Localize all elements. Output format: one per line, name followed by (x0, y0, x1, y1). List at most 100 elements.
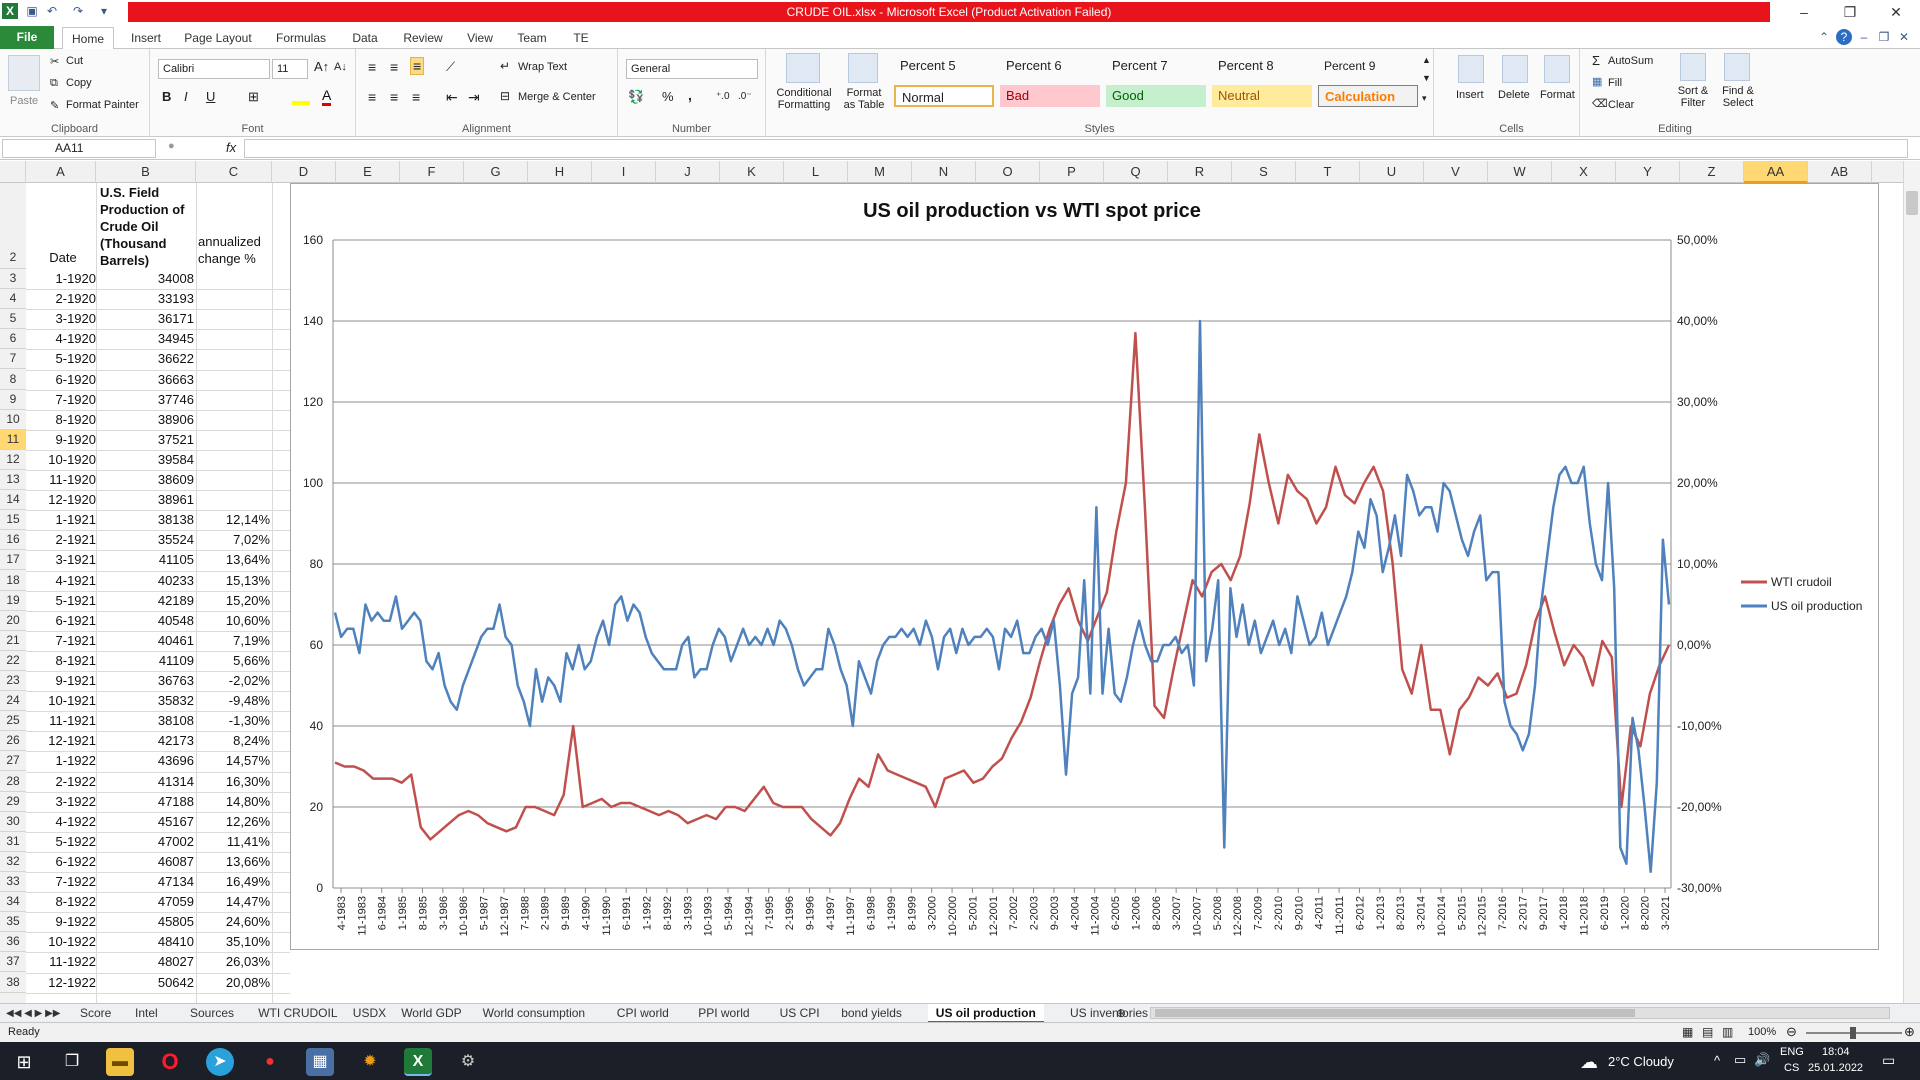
column-header[interactable]: I (592, 161, 656, 183)
row-header[interactable]: 5 (0, 309, 26, 330)
sheet-tab[interactable]: CPI world (609, 1004, 677, 1023)
formula-input[interactable] (244, 139, 1908, 158)
row-header[interactable]: 8 (0, 370, 26, 390)
cell-production[interactable]: 47059 (96, 894, 194, 909)
tray-chevron-icon[interactable]: ^ (1714, 1053, 1720, 1068)
row-header[interactable]: 3 (0, 269, 26, 290)
cell-change[interactable]: 5,66% (196, 653, 270, 668)
cell-production[interactable]: 43696 (96, 753, 194, 768)
row-header[interactable]: 34 (0, 892, 26, 913)
cell-date[interactable]: 9-1922 (26, 914, 96, 929)
minimize-button[interactable]: – (1784, 2, 1824, 22)
row-header[interactable]: 20 (0, 611, 26, 631)
underline-button[interactable]: U (206, 89, 215, 104)
find-select-button[interactable]: Find & Select (1716, 85, 1760, 109)
cell-production[interactable]: 40461 (96, 633, 194, 648)
style-percent-7[interactable]: Percent 7 (1106, 55, 1206, 77)
cell-change[interactable]: 12,14% (196, 512, 270, 527)
cell-change[interactable]: 15,13% (196, 573, 270, 588)
row-header[interactable]: 16 (0, 530, 26, 551)
cell-production[interactable]: 50642 (96, 975, 194, 990)
column-header[interactable]: S (1232, 161, 1296, 183)
tab-file[interactable]: File (0, 26, 54, 49)
cell-date[interactable]: 1-1922 (26, 753, 96, 768)
format-as-table-button[interactable]: Format as Table (842, 87, 886, 111)
percent-button[interactable]: % (662, 89, 674, 104)
borders-icon[interactable]: ⊞ (248, 89, 259, 105)
horizontal-scrollbar[interactable] (1150, 1007, 1890, 1019)
cut-button[interactable]: Cut (66, 55, 83, 67)
column-header[interactable]: B (96, 161, 196, 183)
styles-scroll-up-icon[interactable]: ▲ (1422, 55, 1431, 65)
italic-button[interactable]: I (184, 89, 188, 104)
cell-change[interactable]: 14,80% (196, 794, 270, 809)
sheet-tab[interactable]: USDX (345, 1004, 394, 1023)
style-percent-9[interactable]: Percent 9 (1318, 55, 1418, 77)
cell-production[interactable]: 47134 (96, 874, 194, 889)
column-header[interactable]: U (1360, 161, 1424, 183)
sheet-tab[interactable]: US CPI (772, 1004, 828, 1023)
sheet-tab[interactable]: PPI world (690, 1004, 757, 1023)
view-page-layout-icon[interactable]: ▤ (1702, 1025, 1713, 1039)
cell-change[interactable]: 10,60% (196, 613, 270, 628)
cell-production[interactable]: 48410 (96, 934, 194, 949)
orientation-icon[interactable]: ⟋ (446, 59, 455, 75)
cell-date[interactable]: 7-1920 (26, 392, 96, 407)
column-header[interactable]: K (720, 161, 784, 183)
tab-view[interactable]: View (460, 27, 500, 49)
style-calculation[interactable]: Calculation (1318, 85, 1418, 107)
cell-date[interactable]: 8-1920 (26, 412, 96, 427)
header-change[interactable]: annualized change % (198, 233, 272, 267)
currency-icon[interactable]: 💱 (628, 89, 644, 105)
tab-page-layout[interactable]: Page Layout (180, 27, 256, 49)
cell-date[interactable]: 7-1921 (26, 633, 96, 648)
cell-change[interactable]: 20,08% (196, 975, 270, 990)
align-right-icon[interactable]: ≡ (412, 89, 420, 105)
align-top-icon[interactable]: ≡ (368, 59, 376, 75)
paste-button[interactable]: Paste (10, 95, 38, 107)
vertical-scroll-thumb[interactable] (1906, 191, 1918, 215)
tab-team[interactable]: Team (510, 27, 554, 49)
row-header[interactable]: 35 (0, 912, 26, 933)
cell-change[interactable]: 14,57% (196, 753, 270, 768)
cell-date[interactable]: 8-1922 (26, 894, 96, 909)
cell-change[interactable]: 8,24% (196, 733, 270, 748)
cell-change[interactable]: 35,10% (196, 934, 270, 949)
cell-date[interactable]: 1-1920 (26, 271, 96, 286)
cell-production[interactable]: 40548 (96, 613, 194, 628)
format-painter-button[interactable]: Format Painter (66, 99, 139, 111)
cell-production[interactable]: 36763 (96, 673, 194, 688)
cell-production[interactable]: 34008 (96, 271, 194, 286)
styles-scroll-down-icon[interactable]: ▼ (1422, 73, 1431, 83)
zoom-level[interactable]: 100% (1748, 1026, 1776, 1038)
row-header[interactable]: 10 (0, 410, 26, 430)
column-header[interactable]: Q (1104, 161, 1168, 183)
first-sheet-icon[interactable]: ◀◀ ◀ ▶ ▶▶ (6, 1004, 60, 1023)
cell-change[interactable]: 24,60% (196, 914, 270, 929)
ribbon-minimize-icon[interactable]: ⌃ (1816, 29, 1832, 45)
column-header[interactable]: F (400, 161, 464, 183)
cell-production[interactable]: 46087 (96, 854, 194, 869)
find-select-icon[interactable] (1724, 53, 1750, 81)
undo-icon[interactable]: ↶ (44, 3, 60, 19)
cell-production[interactable]: 36663 (96, 372, 194, 387)
format-as-table-icon[interactable] (848, 53, 878, 83)
row-header[interactable]: 37 (0, 952, 26, 973)
tab-formulas[interactable]: Formulas (268, 27, 334, 49)
style-normal[interactable]: Normal (894, 85, 994, 107)
horizontal-scroll-thumb[interactable] (1155, 1009, 1635, 1017)
paste-icon[interactable] (8, 55, 40, 91)
sheet-tab[interactable]: Sources (182, 1004, 242, 1023)
row-header[interactable]: 29 (0, 792, 26, 812)
cell-production[interactable]: 41105 (96, 552, 194, 567)
cell-production[interactable]: 39584 (96, 452, 194, 467)
row-header[interactable]: 24 (0, 691, 26, 712)
number-format-select[interactable]: General (626, 59, 758, 79)
column-header[interactable]: P (1040, 161, 1104, 183)
wrap-text-button[interactable]: Wrap Text (518, 61, 567, 73)
restore-button[interactable]: ❐ (1830, 2, 1870, 22)
calculator-icon[interactable]: ▦ (306, 1048, 334, 1076)
clock-date[interactable]: 25.01.2022 (1808, 1062, 1863, 1074)
row-header[interactable]: 21 (0, 631, 26, 651)
align-middle-icon[interactable]: ≡ (390, 59, 398, 75)
